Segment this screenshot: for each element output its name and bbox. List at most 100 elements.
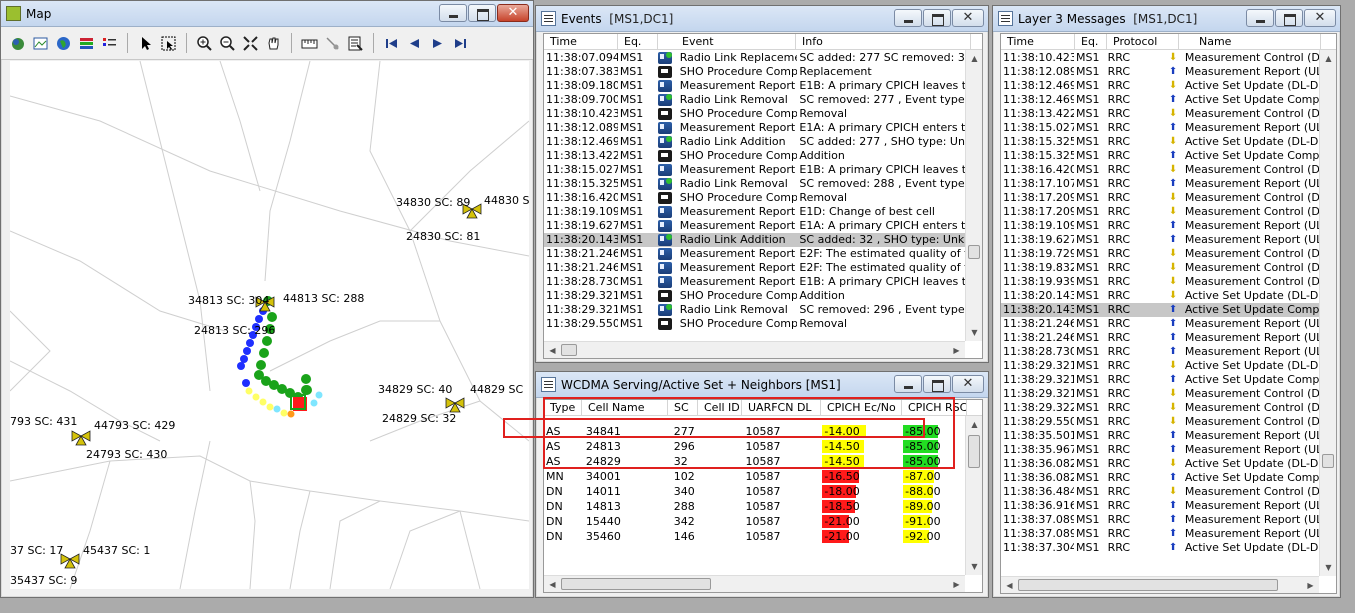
message-row[interactable]: 11:38:36.484 MS1 RRC ⬇ Measurement Control (…: [1001, 485, 1321, 499]
layer3-title-bar[interactable]: Layer 3 Messages [MS1,DC1] ✕: [993, 6, 1340, 32]
column-header-cell-name[interactable]: Cell Name: [582, 400, 668, 415]
event-row[interactable]: 11:38:12.469 MS1 Radio Link Addition SC add…: [544, 135, 967, 149]
column-header-name[interactable]: Name: [1179, 34, 1321, 49]
message-row[interactable]: 11:38:21.246 MS1 RRC ⬆ Measurement Report (U…: [1001, 317, 1321, 331]
prev-icon[interactable]: [405, 34, 424, 53]
column-header-event[interactable]: Event: [658, 34, 796, 49]
message-row[interactable]: 11:38:15.325 MS1 RRC ⬇ Active Set Update (DL…: [1001, 135, 1321, 149]
scroll-up-icon[interactable]: ▲: [966, 416, 982, 433]
message-row[interactable]: 11:38:21.246 MS1 RRC ⬆ Measurement Report (U…: [1001, 331, 1321, 345]
column-header-time[interactable]: Time: [1001, 34, 1075, 49]
message-row[interactable]: 11:38:12.469 MS1 RRC ⬇ Active Set Update (DL…: [1001, 79, 1321, 93]
event-row[interactable]: 11:38:28.730 MS1 Measurement Report 1 E1B: …: [544, 275, 967, 289]
select-box-icon[interactable]: [159, 34, 178, 53]
close-button[interactable]: ✕: [952, 9, 984, 27]
scroll-down-icon[interactable]: ▼: [966, 324, 982, 341]
event-row[interactable]: 11:38:15.027 MS1 Measurement Report 1 E1B: …: [544, 163, 967, 177]
event-row[interactable]: 11:38:19.627 MS1 Measurement Report 1 E1A: …: [544, 219, 967, 233]
minimize-button[interactable]: [894, 375, 922, 393]
event-row[interactable]: 11:38:16.420MS1 SHO Procedure Compl...Rem…: [544, 191, 967, 205]
message-row[interactable]: 11:38:15.027 MS1 RRC ⬆ Measurement Report (U…: [1001, 121, 1321, 135]
message-row[interactable]: 11:38:35.967 MS1 RRC ⬆ Measurement Report (U…: [1001, 443, 1321, 457]
events-hscroll[interactable]: ◀ ▶: [544, 341, 965, 358]
message-row[interactable]: 11:38:37.089 MS1 RRC ⬆ Measurement Report (U…: [1001, 513, 1321, 527]
pan-icon[interactable]: [264, 34, 283, 53]
close-button[interactable]: ✕: [1304, 9, 1336, 27]
message-row[interactable]: 11:38:10.423 MS1 RRC ⬇ Measurement Control (…: [1001, 51, 1321, 65]
zoom-in-icon[interactable]: [195, 34, 214, 53]
scroll-right-icon[interactable]: ▶: [948, 342, 965, 358]
event-row[interactable]: 11:38:21.246 MS1 Measurement Report 2 E2F: …: [544, 247, 967, 261]
column-header-uarfcn[interactable]: UARFCN DL: [742, 400, 821, 415]
map-canvas[interactable]: 34830 SC: 89 44830 S 24830 SC: 81 34813 …: [10, 61, 529, 589]
cell-row[interactable]: MN 34001 102 10587 -16.50 -87.00: [544, 469, 967, 484]
scroll-down-icon[interactable]: ▼: [1320, 559, 1336, 576]
message-row[interactable]: 11:38:29.322 MS1 RRC ⬇ Measurement Control (…: [1001, 401, 1321, 415]
cell-row[interactable]: AS 24829 32 10587 -14.50 -85.00: [544, 454, 967, 469]
wcdma-list[interactable]: Type Cell Name SC Cell ID UARFCN DL CPIC…: [543, 399, 983, 593]
event-row[interactable]: 11:38:29.321 MS1 Radio Link Removal SC remo…: [544, 303, 967, 317]
scroll-thumb[interactable]: [1322, 454, 1334, 468]
message-row[interactable]: 11:38:29.321 MS1 RRC ⬆ Active Set Update Com…: [1001, 373, 1321, 387]
fit-icon[interactable]: [241, 34, 260, 53]
column-header-cell-id[interactable]: Cell ID: [698, 400, 742, 415]
events-list[interactable]: Time Eq. Event Info 11:38:07.094 MS1 Radio…: [543, 33, 983, 359]
event-row[interactable]: 11:38:09.180 MS1 Measurement Report 1 E1B: …: [544, 79, 967, 93]
minimize-button[interactable]: [439, 4, 467, 22]
message-row[interactable]: 11:38:13.422 MS1 RRC ⬇ Measurement Control (…: [1001, 107, 1321, 121]
scroll-left-icon[interactable]: ◀: [544, 342, 561, 358]
message-row[interactable]: 11:38:28.730 MS1 RRC ⬆ Measurement Report (U…: [1001, 345, 1321, 359]
stack-icon[interactable]: [77, 34, 96, 53]
scroll-left-icon[interactable]: ◀: [1001, 577, 1018, 593]
column-header-protocol[interactable]: Protocol: [1107, 34, 1179, 49]
message-row[interactable]: 11:38:36.082 MS1 RRC ⬇ Active Set Update (DL…: [1001, 457, 1321, 471]
message-row[interactable]: 11:38:29.321 MS1 RRC ⬇ Active Set Update (DL…: [1001, 359, 1321, 373]
maximize-button[interactable]: [1275, 9, 1303, 27]
event-row[interactable]: 11:38:29.321MS1 SHO Procedure Compl...Add…: [544, 289, 967, 303]
event-row[interactable]: 11:38:07.383MS1 SHO Procedure Compl...Rep…: [544, 65, 967, 79]
zoom-out-icon[interactable]: [218, 34, 237, 53]
event-row[interactable]: 11:38:07.094MS1 Radio Link ReplacementSC …: [544, 51, 967, 65]
events-title-bar[interactable]: Events [MS1,DC1] ✕: [536, 6, 988, 32]
minimize-button[interactable]: [1246, 9, 1274, 27]
scroll-left-icon[interactable]: ◀: [544, 576, 561, 592]
next-icon[interactable]: [428, 34, 447, 53]
scroll-up-icon[interactable]: ▲: [1320, 50, 1336, 67]
first-icon[interactable]: [382, 34, 401, 53]
message-row[interactable]: 11:38:12.469 MS1 RRC ⬆ Active Set Update Com…: [1001, 93, 1321, 107]
close-button[interactable]: ✕: [952, 375, 984, 393]
event-row[interactable]: 11:38:21.246 MS1 Measurement Report 2 E2F: …: [544, 261, 967, 275]
cell-row[interactable]: DN 14813 288 10587 -18.50 -89.00: [544, 499, 967, 514]
pointer-icon[interactable]: [136, 34, 155, 53]
message-row[interactable]: 11:38:36.916 MS1 RRC ⬆ Measurement Report (U…: [1001, 499, 1321, 513]
message-row[interactable]: 11:38:19.729 MS1 RRC ⬇ Measurement Control (…: [1001, 247, 1321, 261]
maximize-button[interactable]: [923, 375, 951, 393]
column-header-rscp[interactable]: CPICH RSCP: [902, 400, 967, 415]
event-row[interactable]: 11:38:10.423MS1 SHO Procedure Compl...Rem…: [544, 107, 967, 121]
scroll-right-icon[interactable]: ▶: [1302, 577, 1319, 593]
wcdma-vscroll[interactable]: ▲ ▼: [965, 416, 982, 575]
event-row[interactable]: 11:38:15.325 MS1 Radio Link Removal SC remo…: [544, 177, 967, 191]
column-header-sc[interactable]: SC: [668, 400, 698, 415]
wcdma-hscroll[interactable]: ◀ ▶: [544, 575, 965, 592]
layers-icon[interactable]: [8, 34, 27, 53]
scroll-thumb[interactable]: [968, 435, 980, 468]
column-header-type[interactable]: Type: [544, 400, 582, 415]
event-row[interactable]: 11:38:19.109 MS1 Measurement Report 1 E1D: …: [544, 205, 967, 219]
message-row[interactable]: 11:38:19.627 MS1 RRC ⬆ Measurement Report (U…: [1001, 233, 1321, 247]
message-row[interactable]: 11:38:19.939 MS1 RRC ⬇ Measurement Control (…: [1001, 275, 1321, 289]
message-row[interactable]: 11:38:17.107 MS1 RRC ⬆ Measurement Report (U…: [1001, 177, 1321, 191]
column-header-eq[interactable]: Eq.: [618, 34, 658, 49]
cell-row[interactable]: DN 14011 340 10587 -18.00 -88.00: [544, 484, 967, 499]
ruler-icon[interactable]: [300, 34, 319, 53]
scroll-thumb[interactable]: [561, 344, 577, 356]
message-row[interactable]: 11:38:12.089 MS1 RRC ⬆ Measurement Report (U…: [1001, 65, 1321, 79]
maximize-button[interactable]: [923, 9, 951, 27]
last-icon[interactable]: [451, 34, 470, 53]
event-row[interactable]: 11:38:20.143 MS1 Radio Link Addition SC add…: [544, 233, 967, 247]
scroll-up-icon[interactable]: ▲: [966, 50, 982, 67]
cell-row[interactable]: AS 34841 277 10587 -14.00 -85.00: [544, 424, 967, 439]
event-row[interactable]: 11:38:29.550MS1 SHO Procedure Compl...Rem…: [544, 317, 967, 331]
wcdma-title-bar[interactable]: WCDMA Serving/Active Set + Neighbors [MS…: [536, 372, 988, 398]
message-row[interactable]: 11:38:16.420 MS1 RRC ⬇ Measurement Control (…: [1001, 163, 1321, 177]
